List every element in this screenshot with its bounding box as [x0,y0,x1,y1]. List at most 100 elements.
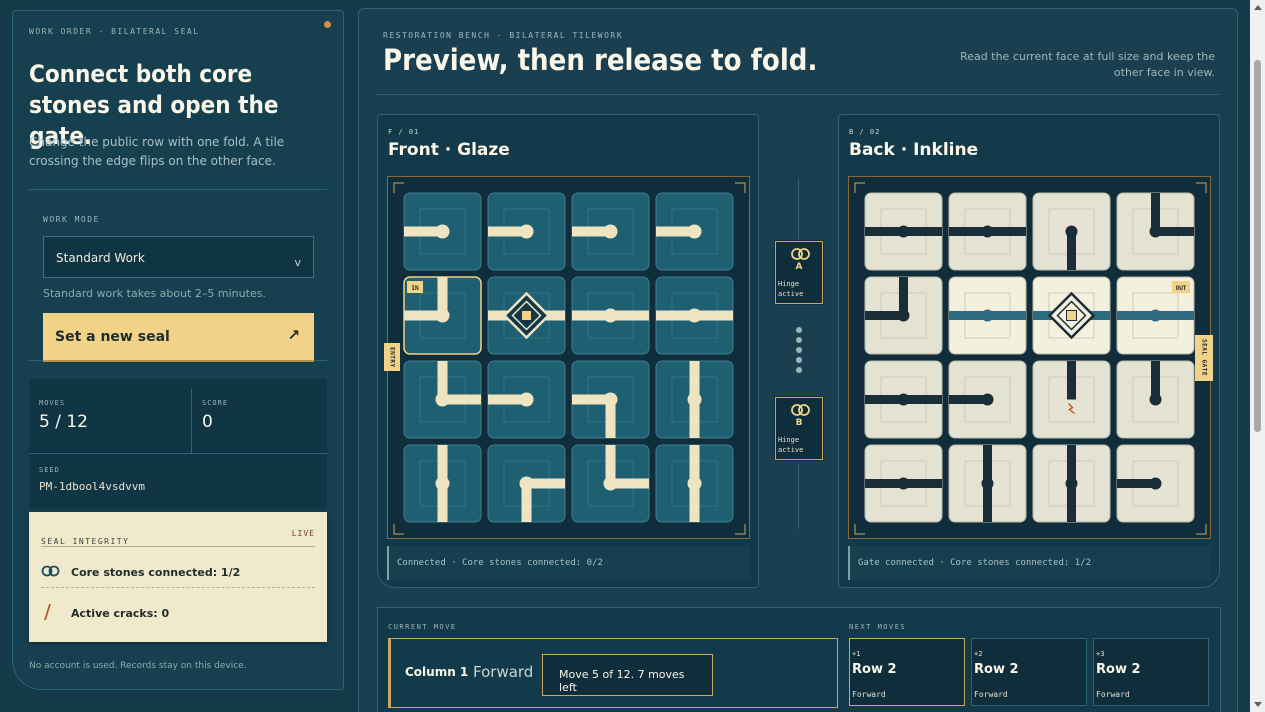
next-move-index: +1 [852,650,861,658]
in-tag-label: IN [411,285,419,292]
board-tile[interactable] [571,192,650,271]
privacy-footer: No account is used. Records stay on this… [29,661,247,671]
work-order-panel: WORK ORDER · BILATERAL SEAL Connect both… [12,10,344,690]
next-move-target: Row 2 [1096,662,1141,677]
front-board[interactable]: IN [387,176,750,539]
work-mode-select[interactable]: Standard Work v [43,236,314,278]
score-value: 0 [202,412,213,432]
hinge-b[interactable]: B Hinge active [774,396,824,461]
scroll-down-icon[interactable] [1254,702,1262,707]
board-tile[interactable] [487,192,566,271]
next-move-target: Row 2 [974,662,1019,677]
board-tile[interactable] [655,444,734,523]
next-move-card[interactable]: +2 Row 2 Forward [971,638,1087,706]
move-queue: CURRENT MOVE NEXT MOVES Column 1 Forward… [377,607,1221,712]
seed-value: PM-1dbool4vsdvvm [39,480,145,493]
bench-title: Preview, then release to fold. [383,43,818,77]
next-move-target: Row 2 [852,662,897,677]
moves-stat: MOVES 5 / 12 [39,399,88,432]
bench-kicker: RESTORATION BENCH · BILATERAL TILEWORK [383,31,624,40]
board-tile[interactable] [487,276,566,355]
hinge-a[interactable]: A Hinge active [774,240,824,305]
stats-panel: MOVES 5 / 12 SCORE 0 SEED PM-1dbool4vsdv… [29,379,327,509]
board-tile[interactable] [487,444,566,523]
board-tile[interactable] [1032,360,1111,439]
board-tile[interactable] [403,360,482,439]
next-move-card[interactable]: +3 Row 2 Forward [1093,638,1209,706]
back-board[interactable]: OUT [848,176,1211,539]
current-move-direction: Forward [473,663,534,681]
board-tile[interactable] [864,360,943,439]
board-tile[interactable] [655,360,734,439]
arrow-up-right-icon: ↗ [287,326,300,344]
restoration-bench: RESTORATION BENCH · BILATERAL TILEWORK P… [358,8,1238,712]
front-status: Connected · Core stones connected: 0/2 [387,546,750,580]
board-tile[interactable] [1116,192,1195,271]
board-tile[interactable] [571,444,650,523]
seed-label: SEED [39,466,60,474]
new-seal-button[interactable]: Set a new seal ↗ [43,313,314,360]
hinge-b-letter: B [795,418,803,428]
new-seal-label: Set a new seal [55,328,170,345]
board-tile[interactable]: OUT [1116,276,1195,355]
board-tile[interactable] [1032,444,1111,523]
scroll-up-icon[interactable] [1254,5,1262,10]
next-moves-label: NEXT MOVES [849,623,907,631]
live-badge: LIVE [291,529,315,538]
move-tooltip: Move 5 of 12. 7 moves left [542,654,713,696]
work-mode-label: WORK MODE [43,215,100,224]
score-stat: SCORE 0 [202,399,228,432]
seal-integrity-card: SEAL INTEGRITY LIVE Core stones connecte… [29,512,327,642]
back-status: Gate connected · Core stones connected: … [848,546,1211,580]
board-tile[interactable]: IN [403,276,482,355]
board-tile[interactable] [1032,276,1111,355]
board-tile[interactable] [655,276,734,355]
chevron-down-icon: v [294,256,301,269]
next-move-index: +2 [974,650,983,658]
hinge-a-state: Hinge active [778,280,804,298]
front-name: Front · Glaze [388,140,510,160]
board-tile[interactable] [864,192,943,271]
rail-dot [796,357,802,363]
in-tag: IN [407,281,423,293]
back-code: B / 02 [849,128,881,136]
next-move-direction: Forward [1096,690,1130,699]
linked-rings-icon [41,565,71,580]
next-move-index: +3 [1096,650,1105,658]
board-tile[interactable] [571,360,650,439]
moves-value: 5 / 12 [39,412,88,432]
front-face-panel: F / 01 Front · Glaze IN ENTRY Connected … [377,114,759,588]
hinge-b-state: Hinge active [778,436,804,454]
board-tile[interactable] [948,360,1027,439]
core-stones-row: Core stones connected: 1/2 [41,558,315,588]
next-move-card[interactable]: +1 Row 2 Forward [849,638,965,706]
entry-tag: ENTRY [384,343,400,371]
back-face-panel: B / 02 Back · Inkline OUT SEAL GATE Gate… [838,114,1220,588]
next-move-direction: Forward [974,690,1008,699]
board-tile[interactable] [948,444,1027,523]
board-tile[interactable] [403,192,482,271]
page-scrollbar[interactable] [1250,0,1265,712]
board-tile[interactable] [655,192,734,271]
board-tile[interactable] [864,276,943,355]
seed-stat: SEED PM-1dbool4vsdvvm [39,466,145,493]
score-label: SCORE [202,399,229,407]
board-tile[interactable] [864,444,943,523]
board-tile[interactable] [571,276,650,355]
out-tag: OUT [1172,281,1190,293]
board-tile[interactable] [1116,444,1195,523]
current-move-target: Column 1 [405,665,469,679]
status-orb-icon [324,21,331,28]
board-tile[interactable] [1032,192,1111,271]
board-tile[interactable] [403,444,482,523]
bench-hint: Read the current face at full size and k… [960,50,1215,79]
board-tile[interactable] [1116,360,1195,439]
front-code: F / 01 [388,128,420,136]
board-tile[interactable] [487,360,566,439]
work-mode-value: Standard Work [56,251,145,265]
rail-dot [796,337,802,343]
board-tile[interactable] [948,276,1027,355]
board-tile[interactable] [948,192,1027,271]
current-move-card[interactable]: Column 1 Forward Move 5 of 12. 7 moves l… [388,638,838,708]
scroll-thumb[interactable] [1254,60,1261,432]
